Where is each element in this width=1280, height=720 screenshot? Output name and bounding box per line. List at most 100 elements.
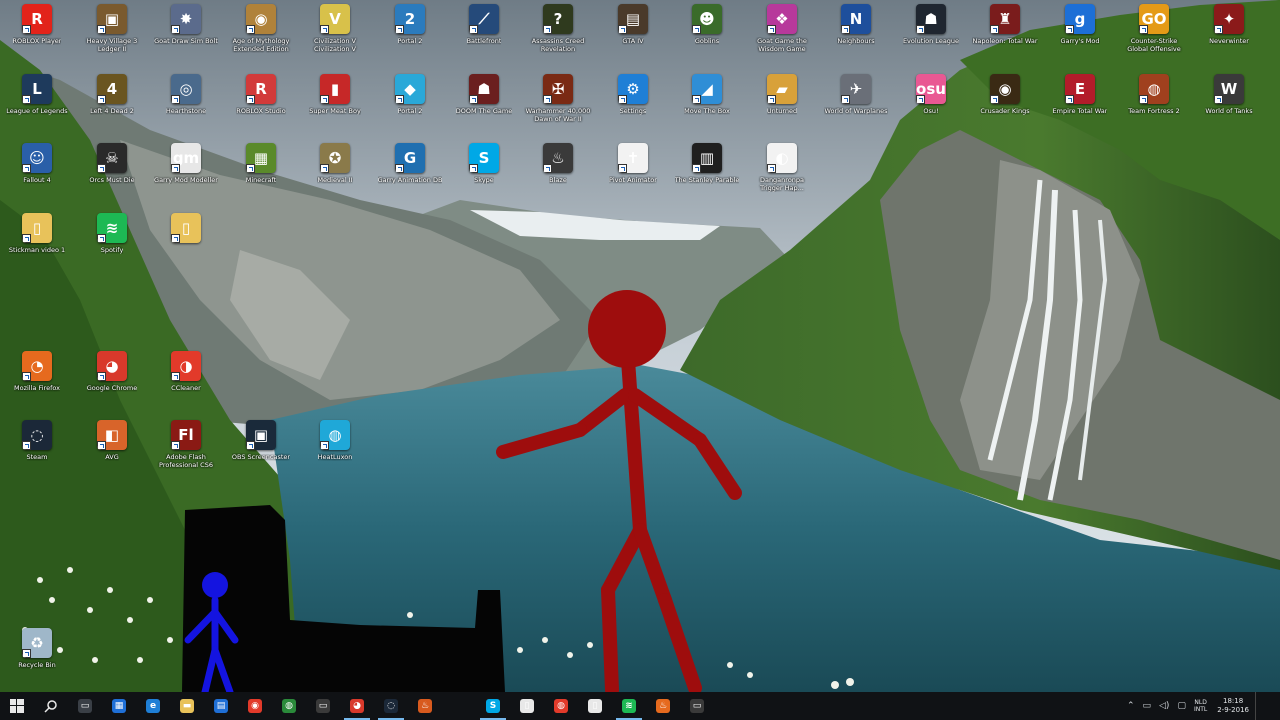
desktop-shortcut[interactable]: ❖ Goat Game the Wisdom Game — [748, 4, 816, 53]
desktop-shortcut[interactable]: ✝ Pivot Animator — [599, 143, 667, 184]
app-icon — [452, 699, 466, 713]
taskbar-button[interactable]: ◍ — [272, 692, 306, 720]
message-icon[interactable]: ▢ — [1177, 701, 1186, 711]
desktop-shortcut[interactable]: ✪ Medieval II — [301, 143, 369, 184]
desktop-shortcut[interactable]: ◍ Team Fortress 2 — [1120, 74, 1188, 115]
taskbar-button[interactable]: ◕ — [340, 692, 374, 720]
desktop-shortcut[interactable]: ▤ GTA IV — [599, 4, 667, 45]
desktop-shortcut[interactable]: ☠ Orcs Must Die — [78, 143, 146, 184]
desktop-shortcut[interactable]: ◐ Danganronpa Trigger Hap... — [748, 143, 816, 192]
taskbar-button[interactable]: ▬ — [170, 692, 204, 720]
desktop-shortcut[interactable]: gm Garry Mod Modeller — [152, 143, 220, 184]
desktop-shortcut[interactable]: ◑ CCleaner — [152, 351, 220, 392]
taskbar-button[interactable]: S — [476, 692, 510, 720]
taskbar-button[interactable]: ♨ — [408, 692, 442, 720]
taskbar-button[interactable]: ▯ — [578, 692, 612, 720]
desktop-shortcut[interactable]: E Empire Total War — [1046, 74, 1114, 115]
desktop-shortcut[interactable]: ✠ Warhammer 40,000 Dawn of War II — [524, 74, 592, 123]
desktop-shortcut-label: Assassins Creed Revelation — [531, 37, 585, 53]
desktop-shortcut[interactable]: ▥ The Stanley Parable — [673, 143, 741, 184]
desktop-shortcut[interactable]: GO Counter-Strike Global Offensive — [1120, 4, 1188, 53]
game-icon: ◉ — [246, 4, 276, 34]
icon-glyph: ✪ — [328, 149, 342, 167]
desktop-shortcut[interactable]: R ROBLOX Player — [3, 4, 71, 45]
desktop-shortcut[interactable]: osu Osu! — [897, 74, 965, 115]
game-icon: ◐ — [767, 143, 797, 173]
taskbar-button[interactable]: ◉ — [238, 692, 272, 720]
desktop-shortcut[interactable]: ◍ HeatLuxon — [301, 420, 369, 461]
desktop-shortcut[interactable]: S Skype — [450, 143, 518, 184]
taskbar-button[interactable]: ▭ — [680, 692, 714, 720]
search-icon[interactable] — [34, 692, 68, 720]
desktop-shortcut[interactable]: 2 Portal 2 — [376, 4, 444, 45]
show-hidden-icons-icon[interactable]: ⌃ — [1127, 701, 1135, 711]
desktop-shortcut[interactable]: ▰ Unturned — [748, 74, 816, 115]
desktop-shortcut[interactable]: ◌ Steam — [3, 420, 71, 461]
desktop-shortcut[interactable]: ▣ Heavy Village 3 Ledger II — [78, 4, 146, 53]
taskbar-button[interactable]: ♨ — [646, 692, 680, 720]
taskbar-button[interactable] — [442, 692, 476, 720]
desktop-shortcut[interactable]: ◧ AVG — [78, 420, 146, 461]
desktop-shortcut[interactable]: ♻ Recycle Bin — [3, 628, 71, 669]
desktop-shortcut[interactable]: ▮ Super Meat Boy — [301, 74, 369, 115]
desktop-shortcut[interactable]: ? Assassins Creed Revelation — [524, 4, 592, 53]
icon-glyph: ◆ — [404, 80, 416, 98]
desktop-shortcut[interactable]: ▯ Stickman video 1 — [3, 213, 71, 254]
taskbar-button[interactable]: ▯ — [510, 692, 544, 720]
taskbar-button[interactable]: ≋ — [612, 692, 646, 720]
desktop-shortcut[interactable]: Fl Adobe Flash Professional CS6 — [152, 420, 220, 469]
desktop-shortcut[interactable]: ☗ Evolution League — [897, 4, 965, 45]
desktop-shortcut[interactable]: W World of Tanks — [1195, 74, 1263, 115]
icon-glyph: ✸ — [179, 10, 193, 28]
volume-icon[interactable]: ◁) — [1159, 701, 1169, 711]
shortcut-arrow-icon — [1139, 95, 1148, 104]
network-icon[interactable]: ▭ — [1142, 701, 1151, 711]
windows-start-icon[interactable] — [0, 692, 34, 720]
taskbar-button[interactable]: ◌ — [374, 692, 408, 720]
desktop-shortcut[interactable]: ≋ Spotify — [78, 213, 146, 254]
firefox-icon: ◔ — [22, 351, 52, 381]
game-icon: ✸ — [171, 4, 201, 34]
desktop-shortcut[interactable]: ◆ Portal 2 — [376, 74, 444, 115]
desktop-shortcut[interactable]: G Garry Animation DB — [376, 143, 444, 184]
desktop-shortcut[interactable]: ◕ Google Chrome — [78, 351, 146, 392]
taskbar-button[interactable]: ▭ — [68, 692, 102, 720]
taskbar-button[interactable]: ▭ — [306, 692, 340, 720]
taskbar-button[interactable]: ◍ — [544, 692, 578, 720]
desktop-shortcut[interactable]: ▯ — [152, 213, 220, 246]
desktop-shortcut[interactable]: ◎ Hearthstone — [152, 74, 220, 115]
game-icon: G — [395, 143, 425, 173]
civ-icon: V — [320, 4, 350, 34]
input-language[interactable]: NLD INTL — [1194, 699, 1207, 713]
taskbar-button[interactable]: e — [136, 692, 170, 720]
desktop-shortcut[interactable]: ☗ DOOM The Game — [450, 74, 518, 115]
clock[interactable]: 18:18 2-9-2016 — [1217, 697, 1249, 715]
show-desktop-button[interactable] — [1255, 692, 1280, 720]
desktop-shortcut[interactable]: ✦ Neverwinter — [1195, 4, 1263, 45]
desktop-shortcut[interactable]: R ROBLOX Studio — [227, 74, 295, 115]
desktop-shortcut[interactable]: ◉ Crusader Kings — [971, 74, 1039, 115]
desktop-shortcut[interactable]: V Civilization V Civilization V — [301, 4, 369, 53]
desktop-shortcut[interactable]: ✸ Goat Draw Sim Bolt — [152, 4, 220, 45]
taskbar-button[interactable]: ▤ — [204, 692, 238, 720]
desktop-shortcut[interactable]: N Neighbours — [822, 4, 890, 45]
taskbar-button[interactable]: ▦ — [102, 692, 136, 720]
desktop-shortcut[interactable]: 4 Left 4 Dead 2 — [78, 74, 146, 115]
shortcut-arrow-icon — [97, 164, 106, 173]
game-icon: ◢ — [692, 74, 722, 104]
desktop-shortcut[interactable]: ⚙ Settings — [599, 74, 667, 115]
desktop-shortcut[interactable]: ✈ World of Warplanes — [822, 74, 890, 115]
desktop-shortcut[interactable]: ▣ OBS Screencaster — [227, 420, 295, 461]
desktop-shortcut[interactable]: ◢ Move The Box — [673, 74, 741, 115]
desktop-shortcut[interactable]: L League of Legends — [3, 74, 71, 115]
desktop-shortcut[interactable]: ☻ Goblins — [673, 4, 741, 45]
desktop-shortcut[interactable]: ⟋ Battlefront — [450, 4, 518, 45]
desktop-shortcut[interactable]: g Garry's Mod — [1046, 4, 1114, 45]
desktop-shortcut[interactable]: ♨ Blaze — [524, 143, 592, 184]
desktop-shortcut[interactable]: ▦ Minecraft — [227, 143, 295, 184]
desktop-shortcut[interactable]: ◔ Mozilla Firefox — [3, 351, 71, 392]
shortcut-arrow-icon — [22, 234, 31, 243]
desktop-shortcut[interactable]: ♜ Napoleon: Total War — [971, 4, 1039, 45]
desktop-shortcut[interactable]: ☺ Fallout 4 — [3, 143, 71, 184]
desktop-shortcut[interactable]: ◉ Age of Mythology Extended Edition — [227, 4, 295, 53]
